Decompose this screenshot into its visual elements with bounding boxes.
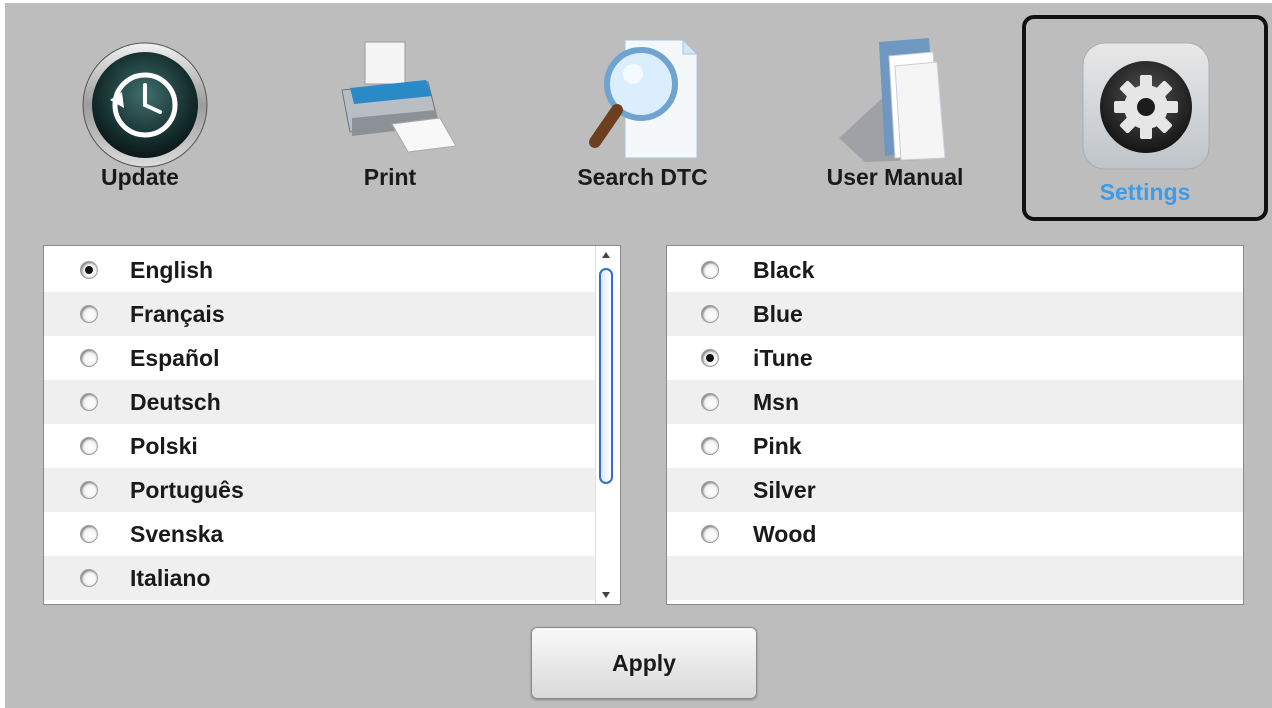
language-label: Polski	[130, 432, 198, 459]
radio-button[interactable]	[701, 261, 719, 279]
radio-button[interactable]	[80, 349, 98, 367]
language-option-english[interactable]: English	[44, 248, 596, 292]
skin-list: Black Blue iTune Msn Pink Silver Wood	[666, 245, 1244, 605]
language-label: Deutsch	[130, 388, 221, 415]
language-label: Português	[130, 476, 244, 503]
language-label: English	[130, 256, 214, 283]
gear-icon	[1075, 37, 1215, 177]
skin-label: Msn	[753, 388, 799, 415]
radio-button[interactable]	[80, 437, 98, 455]
update-clock-icon	[70, 30, 210, 170]
language-list: English Français Español Deutsch Polski …	[43, 245, 621, 605]
language-label: Svenska	[130, 520, 224, 547]
radio-button[interactable]	[701, 305, 719, 323]
scroll-up-icon[interactable]	[602, 252, 610, 258]
language-option-francais[interactable]: Français	[44, 292, 596, 336]
skin-label: iTune	[753, 344, 813, 371]
empty-row	[667, 556, 1243, 600]
radio-button[interactable]	[701, 349, 719, 367]
language-option-espanol[interactable]: Español	[44, 336, 596, 380]
user-manual-label: User Manual	[826, 164, 964, 190]
manual-document-icon	[825, 30, 965, 170]
radio-button[interactable]	[80, 481, 98, 499]
language-label: Español	[130, 344, 220, 371]
language-label: Italiano	[130, 564, 211, 591]
radio-button[interactable]	[701, 437, 719, 455]
scroll-down-icon[interactable]	[602, 592, 610, 598]
radio-button[interactable]	[701, 481, 719, 499]
skin-option-blue[interactable]: Blue	[667, 292, 1243, 336]
language-scrollbar[interactable]	[595, 246, 619, 604]
skin-label: Blue	[753, 300, 803, 327]
radio-button[interactable]	[80, 525, 98, 543]
radio-button[interactable]	[80, 393, 98, 411]
skin-label: Wood	[753, 520, 817, 547]
update-button[interactable]: Update	[65, 0, 215, 220]
skin-option-itune[interactable]: iTune	[667, 336, 1243, 380]
skin-option-msn[interactable]: Msn	[667, 380, 1243, 424]
language-option-italiano[interactable]: Italiano	[44, 556, 596, 600]
skin-option-silver[interactable]: Silver	[667, 468, 1243, 512]
radio-button[interactable]	[701, 393, 719, 411]
apply-button[interactable]: Apply	[531, 627, 757, 699]
skin-option-black[interactable]: Black	[667, 248, 1243, 292]
scroll-thumb[interactable]	[599, 268, 613, 484]
print-label: Print	[363, 164, 417, 190]
magnifier-document-icon	[573, 30, 713, 170]
settings-button[interactable]: Settings	[1022, 15, 1268, 221]
radio-button[interactable]	[701, 525, 719, 543]
toolbar: Update Print Search DTC User Manual Sett…	[0, 0, 1272, 230]
skin-label: Black	[753, 256, 815, 283]
search-dtc-label: Search DTC	[577, 164, 708, 190]
update-label: Update	[101, 164, 179, 190]
language-option-polski[interactable]: Polski	[44, 424, 596, 468]
printer-icon	[320, 30, 460, 170]
radio-button[interactable]	[80, 261, 98, 279]
radio-button[interactable]	[80, 305, 98, 323]
skin-option-wood[interactable]: Wood	[667, 512, 1243, 556]
print-button[interactable]: Print	[315, 0, 465, 220]
skin-label: Silver	[753, 476, 816, 503]
settings-label: Settings	[1099, 179, 1191, 205]
language-option-svenska[interactable]: Svenska	[44, 512, 596, 556]
language-label: Français	[130, 300, 225, 327]
search-dtc-button[interactable]: Search DTC	[560, 0, 725, 220]
skin-option-pink[interactable]: Pink	[667, 424, 1243, 468]
user-manual-button[interactable]: User Manual	[810, 0, 980, 220]
skin-label: Pink	[753, 432, 802, 459]
language-option-portugues[interactable]: Português	[44, 468, 596, 512]
radio-button[interactable]	[80, 569, 98, 587]
language-option-deutsch[interactable]: Deutsch	[44, 380, 596, 424]
